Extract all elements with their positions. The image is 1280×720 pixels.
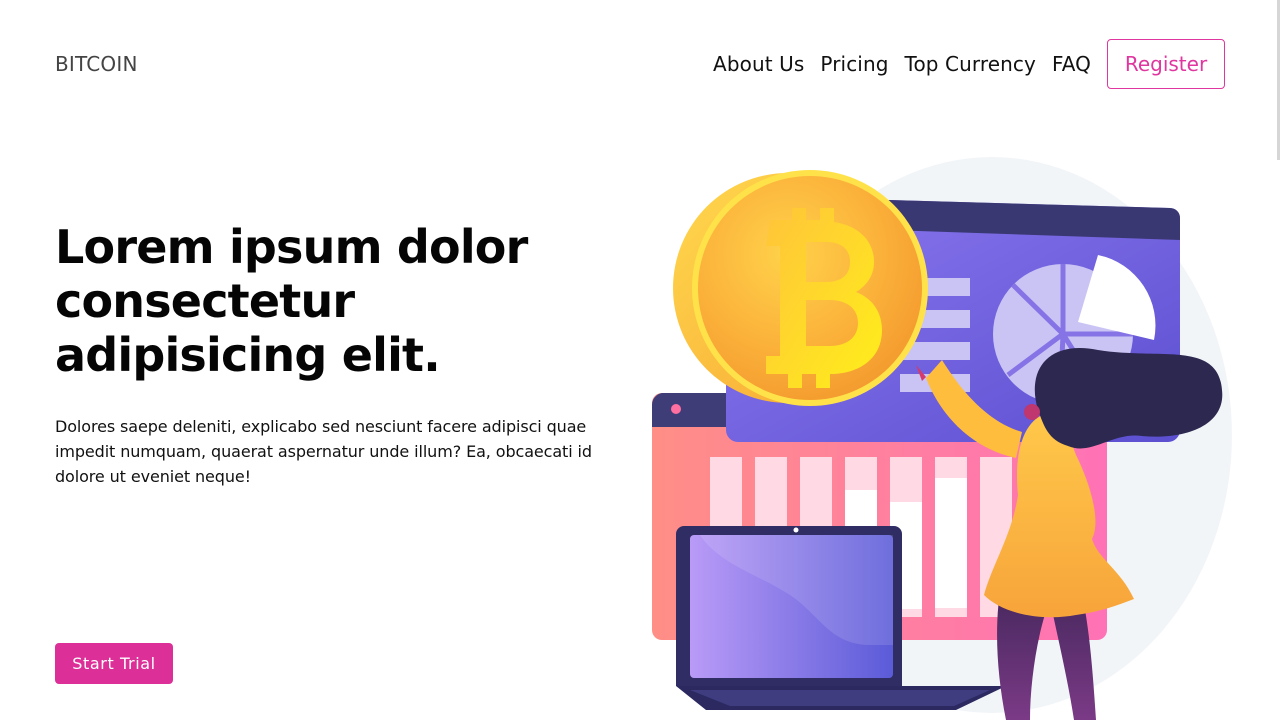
start-trial-button[interactable]: Start Trial: [55, 643, 173, 684]
hero-description: Dolores saepe deleniti, explicabo sed ne…: [55, 417, 592, 486]
landing-page: BITCOIN About Us Pricing Top Currency FA…: [0, 0, 1280, 720]
bitcoin-coin-icon: [673, 170, 928, 406]
brand-logo[interactable]: BITCOIN: [55, 52, 138, 76]
nav-link-pricing[interactable]: Pricing: [820, 52, 888, 76]
register-button[interactable]: Register: [1107, 39, 1225, 89]
nav-link-about-us[interactable]: About Us: [713, 52, 804, 76]
hero-illustration: [651, 157, 1232, 720]
hero-title: Lorem ipsum dolor consectetur adipisicin…: [55, 220, 528, 382]
main-nav: About Us Pricing Top Currency FAQ Regist…: [713, 39, 1225, 89]
nav-link-top-currency[interactable]: Top Currency: [905, 52, 1036, 76]
nav-link-faq[interactable]: FAQ: [1052, 52, 1091, 76]
